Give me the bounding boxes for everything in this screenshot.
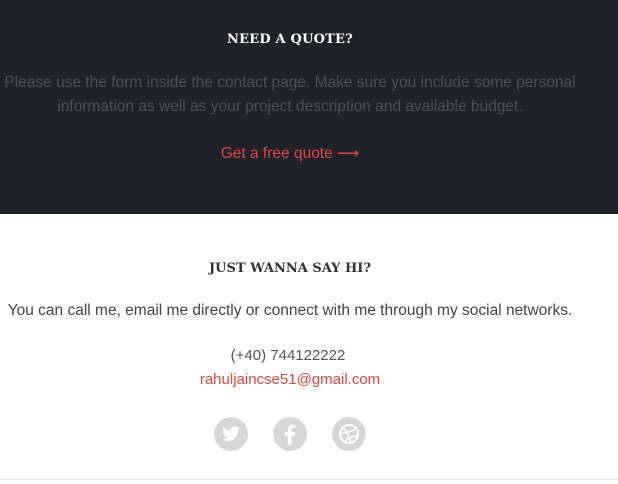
twitter-button[interactable]	[214, 417, 248, 451]
facebook-icon	[284, 424, 296, 445]
quote-section: NEED A QUOTE? Please use the form inside…	[0, 0, 618, 214]
twitter-icon	[222, 426, 240, 441]
say-hi-description: You can call me, email me directly or co…	[7, 302, 573, 319]
quote-title: NEED A QUOTE?	[227, 32, 353, 47]
phone-number: (+40) 744122222	[230, 347, 346, 364]
say-hi-section: JUST WANNA SAY HI? You can call me, emai…	[0, 214, 618, 484]
dribbble-button[interactable]	[332, 417, 366, 451]
quote-description: Please use the form inside the contact p…	[4, 74, 576, 115]
say-hi-title: JUST WANNA SAY HI?	[209, 261, 371, 276]
email-link[interactable]: rahuljaincse51@gmail.com	[0, 371, 580, 388]
get-free-quote-link[interactable]: Get a free quote ⟶	[0, 144, 580, 163]
facebook-button[interactable]	[273, 417, 307, 451]
dribbble-icon	[339, 424, 359, 444]
footer-divider	[0, 479, 618, 480]
